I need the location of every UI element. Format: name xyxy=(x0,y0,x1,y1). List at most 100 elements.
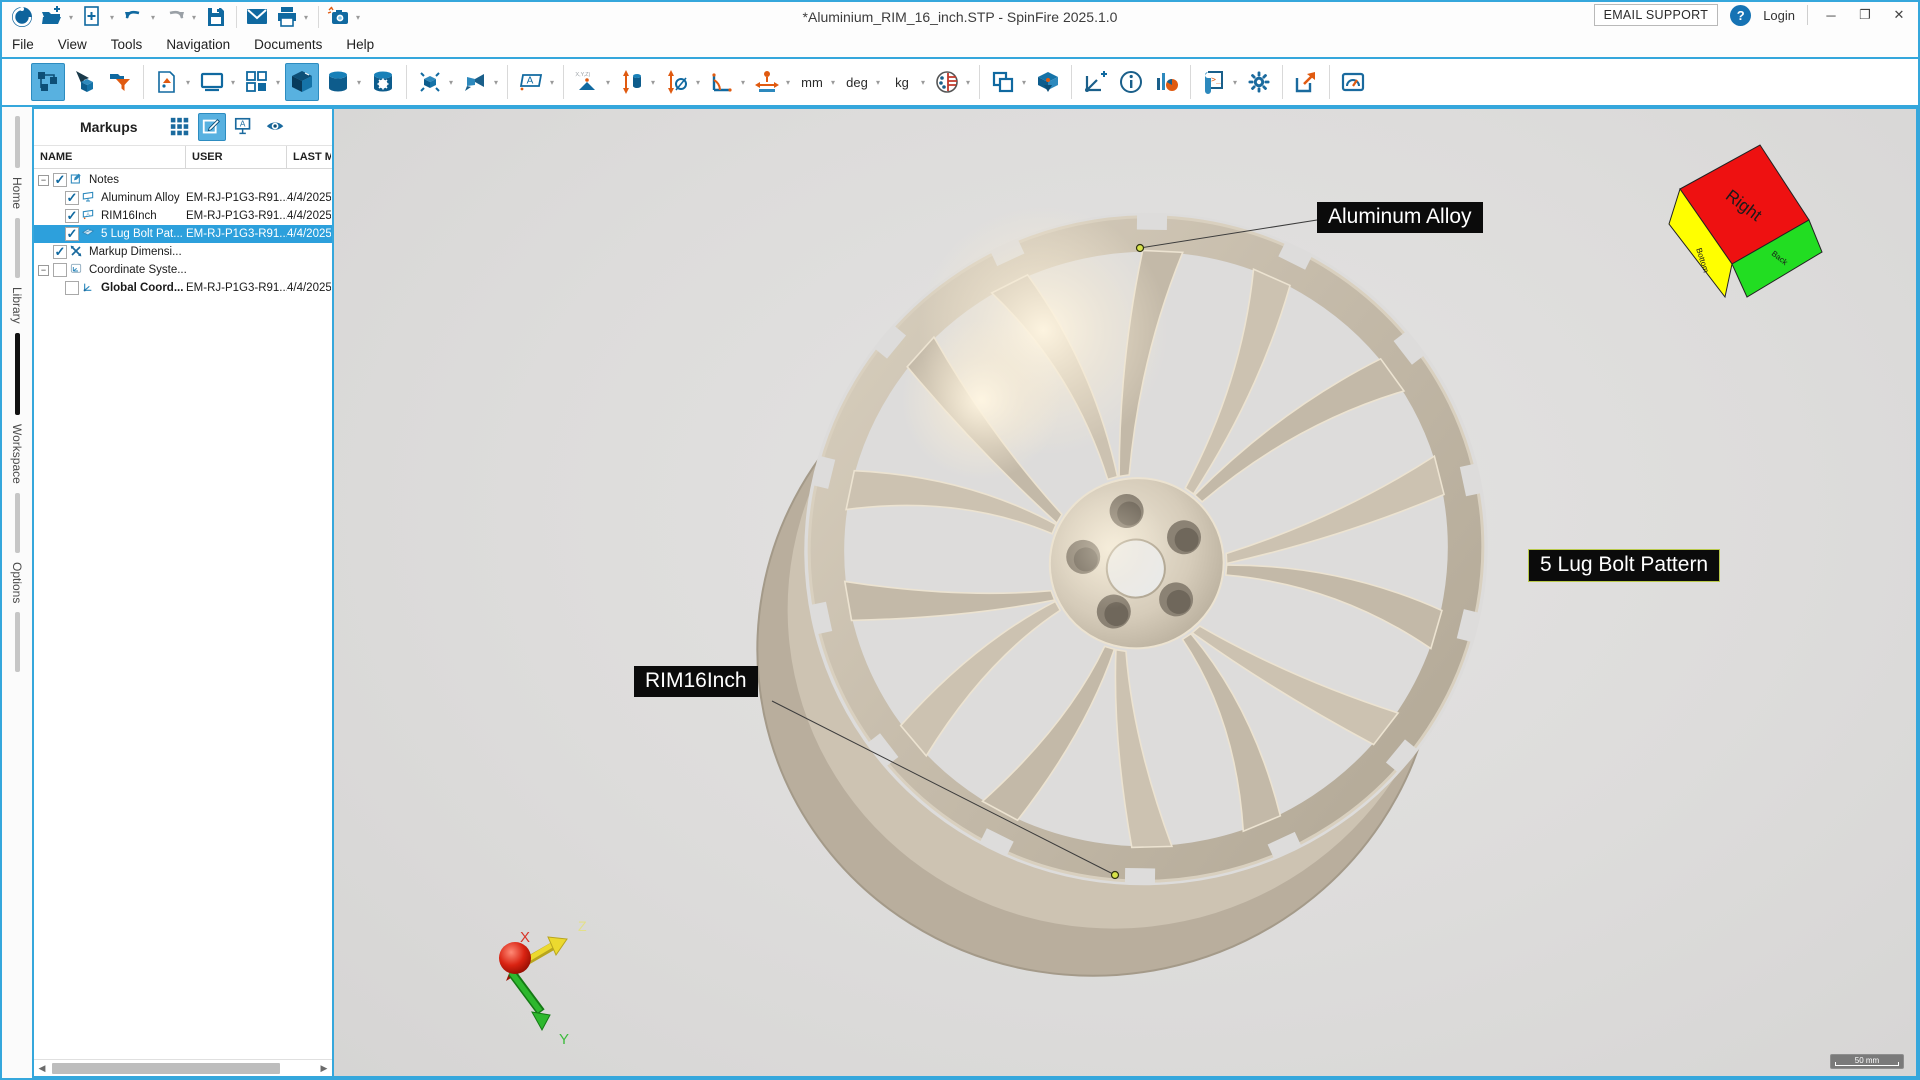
menu-view[interactable]: View xyxy=(58,37,87,52)
close-button[interactable]: ✕ xyxy=(1888,7,1910,23)
explode-button[interactable] xyxy=(413,63,447,101)
render-style-button[interactable] xyxy=(150,63,184,101)
import-filter-button[interactable] xyxy=(103,63,137,101)
tree-expander[interactable]: − xyxy=(38,265,49,276)
login-button[interactable]: Login xyxy=(1763,8,1795,23)
app-logo-button[interactable] xyxy=(8,4,36,30)
fly-to-button[interactable] xyxy=(458,63,492,101)
markup-label-rim16inch[interactable]: RIM16Inch xyxy=(634,666,758,697)
dropdown-caret-icon[interactable]: ▾ xyxy=(151,13,159,22)
dropdown-caret-icon[interactable]: ▾ xyxy=(1022,78,1030,87)
menu-tools[interactable]: Tools xyxy=(111,37,143,52)
measure-distance-button[interactable] xyxy=(615,63,649,101)
dropdown-caret-icon[interactable]: ▾ xyxy=(876,78,884,87)
dashboard-gauge-button[interactable] xyxy=(1336,63,1370,101)
markup-note-button[interactable]: A xyxy=(514,63,548,101)
markup-label-5-lug-bolt-pattern[interactable]: 5 Lug Bolt Pattern xyxy=(1528,549,1720,582)
side-tab-home[interactable]: Home xyxy=(10,177,24,209)
dropdown-caret-icon[interactable]: ▾ xyxy=(494,78,502,87)
visibility-checkbox[interactable]: ✓ xyxy=(65,191,79,205)
shaded-view-button[interactable] xyxy=(285,63,319,101)
settings-gear-button[interactable] xyxy=(1242,63,1276,101)
dropdown-caret-icon[interactable]: ▾ xyxy=(110,13,118,22)
measure-diameter-button[interactable] xyxy=(660,63,694,101)
select-cursor-button[interactable] xyxy=(67,63,101,101)
restore-button[interactable]: ❐ xyxy=(1854,7,1876,23)
tree-row[interactable]: Global Coord...EM-RJ-P1G3-R91...4/4/2025 xyxy=(34,279,332,297)
unit-kg-dropdown[interactable]: kg xyxy=(885,63,919,101)
visibility-checkbox[interactable]: ✓ xyxy=(53,245,67,259)
probe-point-button[interactable]: (X,Y,Z) xyxy=(570,63,604,101)
display-mode-button[interactable] xyxy=(195,63,229,101)
3d-viewport[interactable]: Right Bottom Back X Z Y xyxy=(334,107,1918,1078)
email-button[interactable] xyxy=(243,4,271,30)
dropdown-caret-icon[interactable]: ▾ xyxy=(550,78,558,87)
dropdown-caret-icon[interactable]: ▾ xyxy=(831,78,839,87)
tree-row[interactable]: −Coordinate Syste... xyxy=(34,261,332,279)
scroll-right-icon[interactable]: ▶ xyxy=(316,1063,332,1074)
viewport-layout-button[interactable] xyxy=(240,63,274,101)
compare-button[interactable] xyxy=(986,63,1020,101)
dropdown-caret-icon[interactable]: ▾ xyxy=(966,78,974,87)
dropdown-caret-icon[interactable]: ▾ xyxy=(921,78,929,87)
dropdown-caret-icon[interactable]: ▾ xyxy=(1233,78,1241,87)
label-text-button[interactable]: A xyxy=(230,113,258,141)
open-file-button[interactable] xyxy=(38,4,66,30)
tree-expander[interactable]: − xyxy=(38,175,49,186)
dropdown-caret-icon[interactable]: ▾ xyxy=(786,78,794,87)
script-button[interactable]: >_ xyxy=(1197,63,1231,101)
email-support-button[interactable]: EMAIL SUPPORT xyxy=(1594,4,1719,26)
redo-button[interactable] xyxy=(161,4,189,30)
visibility-checkbox[interactable] xyxy=(65,281,79,295)
wheel-model[interactable] xyxy=(672,126,1567,1039)
visibility-eye-button[interactable] xyxy=(262,113,290,141)
statistics-button[interactable] xyxy=(1150,63,1184,101)
dropdown-caret-icon[interactable]: ▾ xyxy=(186,78,194,87)
column-user[interactable]: USER xyxy=(186,146,287,168)
dropdown-caret-icon[interactable]: ▾ xyxy=(696,78,704,87)
print-button[interactable] xyxy=(273,4,301,30)
menu-file[interactable]: File xyxy=(12,37,34,52)
side-tab-workspace[interactable]: Workspace xyxy=(10,424,24,484)
datum-target-button[interactable] xyxy=(750,63,784,101)
section-cylinder-button[interactable] xyxy=(321,63,355,101)
unit-mm-dropdown[interactable]: mm xyxy=(795,63,829,101)
help-icon[interactable]: ? xyxy=(1730,5,1751,26)
panel-horizontal-scrollbar[interactable]: ◀ ▶ xyxy=(34,1059,332,1076)
dropdown-caret-icon[interactable]: ▾ xyxy=(449,78,457,87)
grid-view-button[interactable] xyxy=(166,113,194,141)
menu-documents[interactable]: Documents xyxy=(254,37,322,52)
visibility-checkbox[interactable]: ✓ xyxy=(65,227,79,241)
tree-row[interactable]: ✓Markup Dimensi... xyxy=(34,243,332,261)
dropdown-caret-icon[interactable]: ▾ xyxy=(356,13,364,22)
dropdown-caret-icon[interactable]: ▾ xyxy=(231,78,239,87)
side-tab-options[interactable]: Options xyxy=(10,562,24,603)
scroll-left-icon[interactable]: ◀ xyxy=(34,1063,50,1074)
measure-angle-button[interactable] xyxy=(705,63,739,101)
column-name[interactable]: NAME xyxy=(34,146,186,168)
side-tab-library[interactable]: Library xyxy=(10,287,24,324)
snapshot-button[interactable] xyxy=(325,4,353,30)
tree-row[interactable]: −✓Notes xyxy=(34,171,332,189)
dropdown-caret-icon[interactable]: ▾ xyxy=(357,78,365,87)
dropdown-caret-icon[interactable]: ▾ xyxy=(606,78,614,87)
dropdown-caret-icon[interactable]: ▾ xyxy=(304,13,312,22)
tree-row[interactable]: ✓5 Lug Bolt Pat...EM-RJ-P1G3-R91...4/4/2… xyxy=(34,225,332,243)
dropdown-caret-icon[interactable]: ▾ xyxy=(276,78,284,87)
tree-row[interactable]: ✓Aluminum AlloyEM-RJ-P1G3-R91...4/4/2025 xyxy=(34,189,332,207)
tree-row[interactable]: ✓ARIM16InchEM-RJ-P1G3-R91...4/4/2025 xyxy=(34,207,332,225)
visibility-checkbox[interactable]: ✓ xyxy=(53,173,67,187)
info-button[interactable] xyxy=(1114,63,1148,101)
undo-button[interactable] xyxy=(120,4,148,30)
scene-structure-button[interactable] xyxy=(31,63,65,101)
markup-label-aluminum-alloy[interactable]: Aluminum Alloy xyxy=(1317,202,1483,233)
edit-markup-button[interactable] xyxy=(198,113,226,141)
save-button[interactable] xyxy=(202,4,230,30)
dropdown-caret-icon[interactable]: ▾ xyxy=(192,13,200,22)
scrollbar-thumb[interactable] xyxy=(52,1063,280,1074)
model-pin-button[interactable] xyxy=(1031,63,1065,101)
material-button[interactable] xyxy=(930,63,964,101)
unit-deg-dropdown[interactable]: deg xyxy=(840,63,874,101)
menu-navigation[interactable]: Navigation xyxy=(166,37,230,52)
dropdown-caret-icon[interactable]: ▾ xyxy=(69,13,77,22)
